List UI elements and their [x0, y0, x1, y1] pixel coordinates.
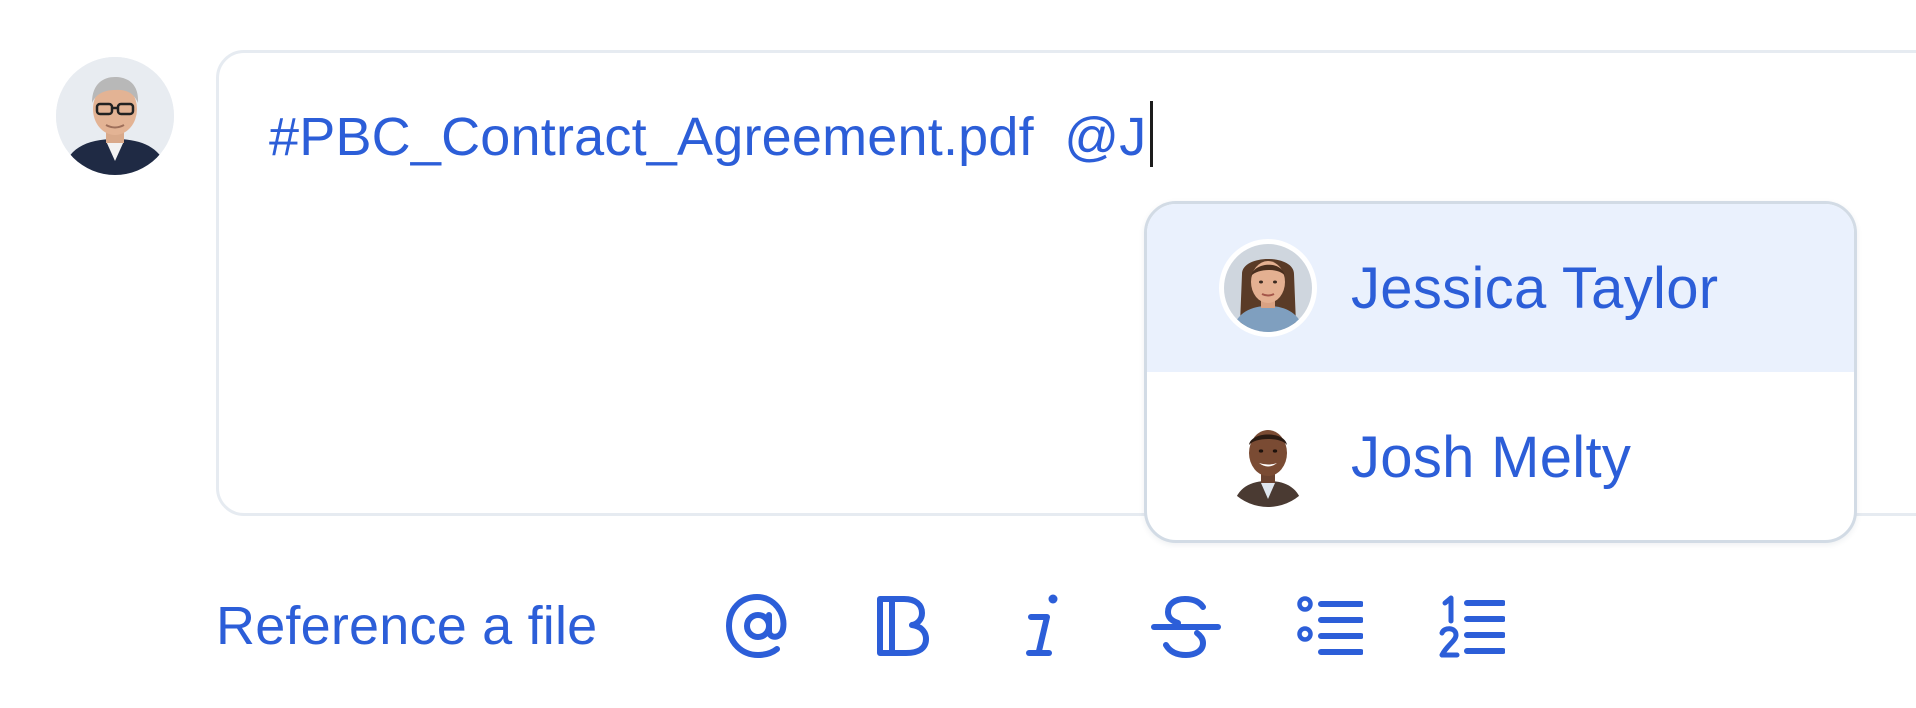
mention-item-josh-melty[interactable]: Josh Melty [1147, 372, 1854, 540]
at-sign-icon[interactable] [720, 588, 796, 664]
reference-file-link[interactable]: Reference a file [216, 595, 597, 657]
avatar [1219, 408, 1317, 507]
mention-suggestions: Jessica Taylor Josh Melty [1144, 201, 1857, 543]
bullet-list-icon[interactable] [1292, 588, 1368, 664]
mention-name: Jessica Taylor [1351, 255, 1719, 321]
composer-text-content: #PBC_Contract_Agreement.pdf @J [269, 107, 1147, 167]
mention-item-jessica-taylor[interactable]: Jessica Taylor [1147, 204, 1854, 372]
bold-icon[interactable] [864, 588, 940, 664]
text-caret [1150, 101, 1154, 167]
composer-input[interactable]: #PBC_Contract_Agreement.pdf @J [269, 101, 1154, 172]
strikethrough-icon[interactable] [1148, 588, 1224, 664]
avatar [1219, 239, 1317, 337]
numbered-list-icon[interactable] [1434, 588, 1510, 664]
composer-toolbar: Reference a file [216, 588, 597, 664]
italic-icon[interactable] [1004, 588, 1080, 664]
mention-name: Josh Melty [1351, 425, 1632, 490]
user-avatar [56, 57, 174, 175]
